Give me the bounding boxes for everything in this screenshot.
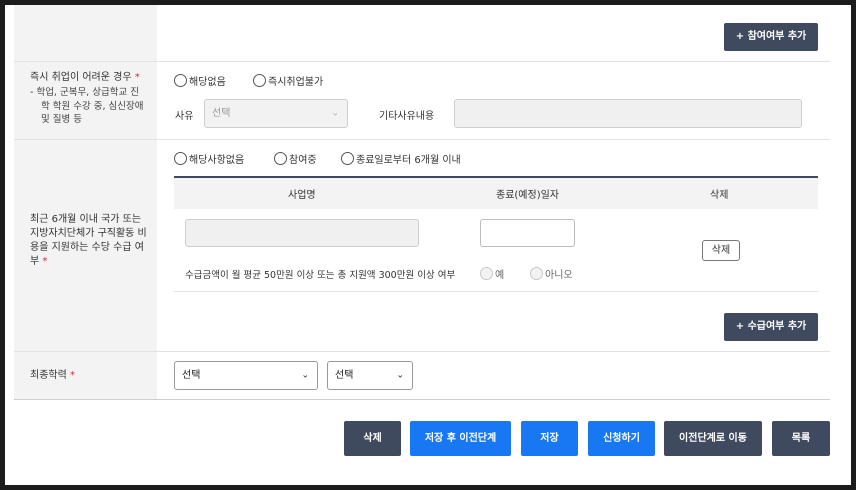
employment-difficulty-note: - 학업, 군복무, 상급학교 진 학 학원 수강 중, 심신장애 및 질병 등 <box>30 87 144 125</box>
column-header-delete: 삭제 <box>710 190 729 201</box>
add-support-button[interactable]: + 수급여부 추가 <box>724 313 818 341</box>
required-mark: * <box>70 370 75 381</box>
amount-question: 수급금액이 월 평균 50만원 이상 또는 총 지원액 300만원 이상 여부 <box>185 270 456 281</box>
employment-difficulty-label: 즉시 취업이 어려운 경우 * <box>30 72 140 83</box>
radio-circle-icon <box>341 152 354 165</box>
end-date-input[interactable] <box>480 219 575 247</box>
chevron-down-icon: ⌄ <box>331 108 339 118</box>
radio-circle-icon <box>174 74 187 87</box>
row-label-cell <box>14 5 157 61</box>
radio-circle-icon <box>274 152 287 165</box>
radio-participating[interactable]: 참여중 <box>274 151 317 166</box>
save-button[interactable]: 저장 <box>521 421 578 456</box>
table-row-divider <box>174 291 818 292</box>
reason-select[interactable]: 선택 ⌄ <box>204 99 348 128</box>
project-name-input[interactable] <box>185 219 419 247</box>
support-recipient-label: 최근 6개월 이내 국가 또는 지방자치단체가 구직활동 비 용을 지원하는 수… <box>30 214 147 267</box>
radio-circle-icon <box>253 74 266 87</box>
column-header-end-date: 종료(예정)일자 <box>496 190 560 201</box>
required-mark: * <box>42 256 48 267</box>
radio-circle-icon <box>480 267 493 280</box>
education-row <box>14 352 830 400</box>
apply-button[interactable]: 신청하기 <box>588 421 655 456</box>
chevron-down-icon: ⌄ <box>301 370 309 380</box>
radio-amount-no[interactable]: 아니오 <box>530 266 573 281</box>
reason-label: 사유 <box>175 111 194 122</box>
participation-row <box>14 5 830 62</box>
add-participation-button[interactable]: + 참여여부 추가 <box>724 23 818 51</box>
education-level-select[interactable]: 선택 ⌄ <box>174 361 318 390</box>
delete-row-button[interactable]: 삭제 <box>702 240 740 261</box>
radio-circle-icon <box>530 267 543 280</box>
chevron-down-icon: ⌄ <box>396 370 404 380</box>
radio-circle-icon <box>174 152 187 165</box>
radio-within-six-months[interactable]: 종료일로부터 6개월 이내 <box>341 151 461 166</box>
save-and-previous-button[interactable]: 저장 후 이전단계 <box>410 421 511 456</box>
column-header-project-name: 사업명 <box>288 190 316 201</box>
radio-none[interactable]: 해당사항없음 <box>174 151 244 166</box>
other-reason-input[interactable] <box>454 99 802 128</box>
list-button[interactable]: 목록 <box>772 421 830 456</box>
radio-amount-yes[interactable]: 예 <box>480 266 504 281</box>
radio-cannot-work[interactable]: 즉시취업불가 <box>253 73 323 88</box>
education-status-select[interactable]: 선택 ⌄ <box>327 361 413 390</box>
support-table-header: 사업명 종료(예정)일자 삭제 <box>174 176 818 209</box>
radio-not-applicable[interactable]: 해당없음 <box>174 73 226 88</box>
go-previous-step-button[interactable]: 이전단계로 이동 <box>664 421 762 456</box>
delete-button[interactable]: 삭제 <box>344 421 401 456</box>
education-label: 최종학력 * <box>30 370 75 381</box>
other-reason-label: 기타사유내용 <box>379 111 435 122</box>
required-mark: * <box>134 72 140 83</box>
